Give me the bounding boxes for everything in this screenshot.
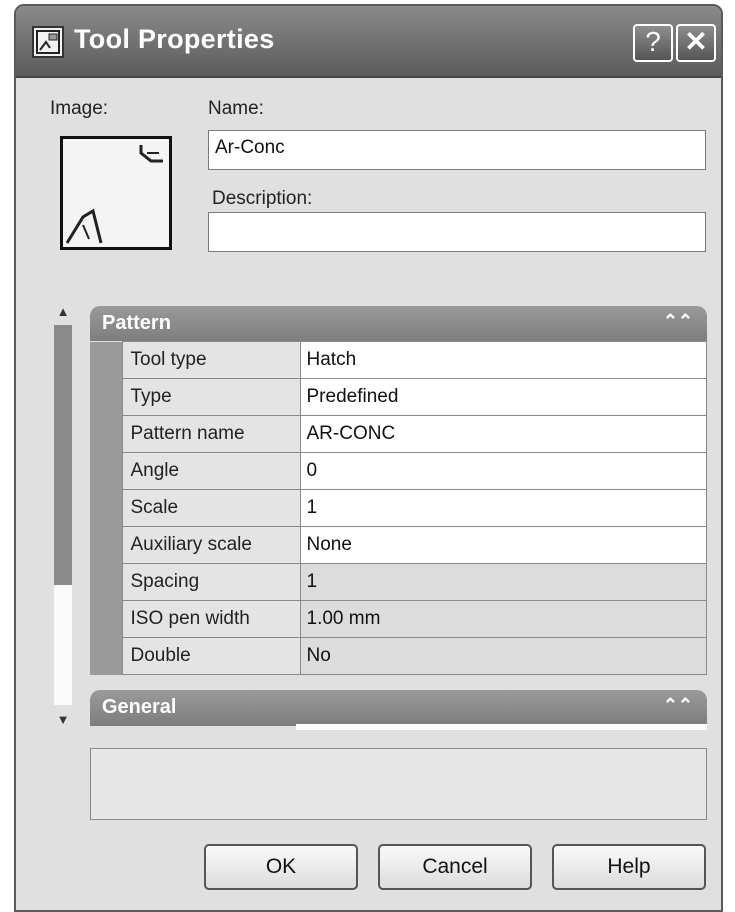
pattern-section-header[interactable]: Pattern ⌃⌃ (90, 306, 707, 342)
property-row[interactable]: Type Predefined (90, 378, 707, 416)
property-row[interactable]: Double No (90, 637, 707, 675)
pattern-section-title: Pattern (102, 312, 171, 334)
row-gutter (90, 415, 123, 453)
name-label: Name: (208, 98, 264, 119)
dialog-title: Tool Properties (74, 24, 275, 54)
help-icon[interactable]: ? (633, 24, 673, 62)
tool-properties-icon (32, 26, 64, 58)
collapse-icon[interactable]: ⌃⌃ (663, 311, 693, 332)
description-field[interactable] (208, 212, 706, 252)
property-name: ISO pen width (121, 600, 301, 638)
tool-image-preview[interactable] (60, 136, 172, 250)
close-icon[interactable]: ✕ (676, 24, 716, 62)
scroll-up-icon[interactable]: ▲ (52, 301, 74, 323)
ok-button[interactable]: OK (204, 844, 358, 890)
property-name: Double (121, 637, 301, 675)
scroll-down-icon[interactable]: ▼ (52, 709, 74, 731)
collapse-icon[interactable]: ⌃⌃ (663, 695, 693, 716)
property-row[interactable]: Angle 0 (90, 452, 707, 490)
property-value: 1.00 mm (299, 600, 707, 638)
row-gutter (90, 600, 123, 638)
property-row[interactable]: Tool type Hatch (90, 341, 707, 379)
property-name: Auxiliary scale (121, 526, 301, 564)
tool-properties-dialog: Tool Properties ? ✕ Image: Name: Ar-Conc… (14, 4, 723, 912)
property-name: Type (121, 378, 301, 416)
property-row[interactable]: ISO pen width 1.00 mm (90, 600, 707, 638)
row-gutter (90, 489, 123, 527)
property-row[interactable]: Auxiliary scale None (90, 526, 707, 564)
scroll-track[interactable] (54, 585, 72, 705)
pattern-properties-table: Tool type Hatch Type Predefined Pattern name… (90, 341, 707, 675)
property-value[interactable]: 0 (299, 452, 707, 490)
property-name: Pattern name (121, 415, 301, 453)
property-value[interactable]: Predefined (299, 378, 707, 416)
property-description-box (90, 748, 707, 820)
image-label: Image: (50, 98, 109, 119)
row-gutter (90, 378, 123, 416)
property-row[interactable]: Pattern name AR-CONC (90, 415, 707, 453)
property-name: Spacing (121, 563, 301, 601)
property-value[interactable]: Hatch (299, 341, 707, 379)
general-section-title: General (102, 696, 177, 718)
property-name: Tool type (121, 341, 301, 379)
row-gutter (90, 563, 123, 601)
property-value[interactable]: 1 (299, 489, 707, 527)
row-gutter (90, 637, 123, 675)
property-value: No (299, 637, 707, 675)
help-button[interactable]: Help (552, 844, 706, 890)
property-value[interactable]: None (299, 526, 707, 564)
general-first-row (296, 724, 707, 730)
name-field[interactable]: Ar-Conc (208, 130, 706, 170)
row-gutter (90, 341, 123, 379)
palette-scrollbar[interactable]: ▲ ▼ (52, 301, 74, 731)
property-value[interactable]: AR-CONC (299, 415, 707, 453)
property-row[interactable]: Scale 1 (90, 489, 707, 527)
row-gutter (90, 452, 123, 490)
cancel-button[interactable]: Cancel (378, 844, 532, 890)
title-bar[interactable]: Tool Properties ? ✕ (16, 6, 721, 78)
property-value: 1 (299, 563, 707, 601)
row-gutter (90, 526, 123, 564)
general-section-header[interactable]: General ⌃⌃ (90, 690, 707, 726)
property-name: Scale (121, 489, 301, 527)
description-label: Description: (212, 188, 313, 209)
property-name: Angle (121, 452, 301, 490)
property-row[interactable]: Spacing 1 (90, 563, 707, 601)
scroll-thumb[interactable] (54, 325, 72, 585)
